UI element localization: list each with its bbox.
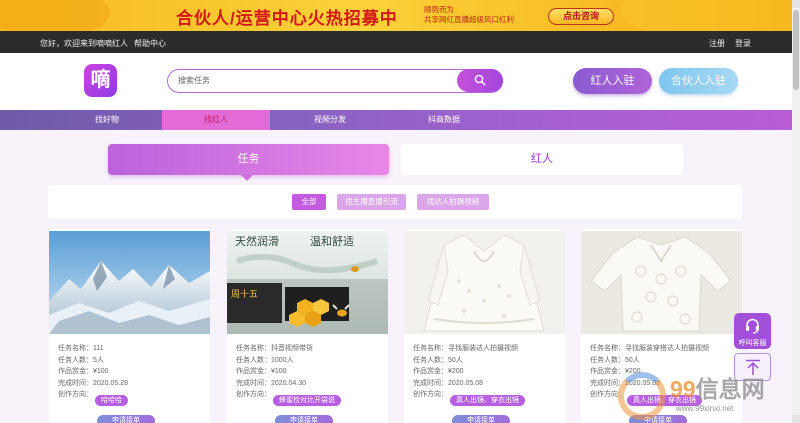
task-card[interactable]: 任务名称：寻找服装达人拍摄视频 任务人数：50人 作品赏金：¥200 完成时间：… xyxy=(404,229,565,423)
apply-button[interactable]: 申请接单 xyxy=(275,415,333,423)
top-bar: 您好，欢迎来到嘀嘀红人 帮助中心 注册 登录 xyxy=(0,31,800,53)
filter-bar: 全部 找主播直播引流 找达人拍摄视频 xyxy=(48,185,742,219)
watermark-word: 信息网 xyxy=(695,376,765,402)
task-direction-label: 创作方向： xyxy=(58,391,93,399)
site-watermark: 99信息网 www.99xinxi.net xyxy=(614,368,794,423)
headset-icon xyxy=(746,318,759,334)
image-text: 周十五 xyxy=(231,288,258,300)
banner-headline: 合伙人/运营中心火热招募中 xyxy=(176,9,398,28)
task-count: 50人 xyxy=(625,356,640,364)
filter-video-shoot[interactable]: 找达人拍摄视频 xyxy=(417,194,489,210)
task-deadline-label: 完成时间： xyxy=(58,379,93,387)
watermark-logo xyxy=(618,372,666,420)
task-info: 任务名称：111 任务人数：5人 作品赏金：¥100 完成时间：2020.05.… xyxy=(58,343,128,401)
banner-sub-line: 共享网红直播超级风口红利 xyxy=(424,15,514,24)
task-name-label: 任务名称： xyxy=(58,345,93,352)
partner-join-button[interactable]: 合伙人入驻 xyxy=(659,68,738,94)
task-reward: ¥100 xyxy=(93,368,109,376)
task-name: 寻找服装达人拍摄视频 xyxy=(448,345,518,352)
task-image-honey-product[interactable]: 天然润滑 温和舒适 周十五 xyxy=(227,231,388,334)
tab-tasks[interactable]: 任务 xyxy=(108,144,389,175)
task-count-label: 任务人数： xyxy=(58,356,93,364)
active-tab-indicator xyxy=(241,175,253,181)
task-direction-label: 创作方向： xyxy=(236,391,271,399)
task-deadline: 2020.05.28 xyxy=(93,379,129,387)
task-card[interactable]: 天然润滑 温和舒适 周十五 任务名称：抖音视频带货 任务人数：1000人 作品赏… xyxy=(227,229,388,423)
customer-service-label: 呼叫客服 xyxy=(738,340,767,347)
banner-decoration xyxy=(620,0,800,31)
search-bar xyxy=(167,69,503,93)
task-name: 寻找服装穿搭达人拍摄视频 xyxy=(625,345,709,352)
task-direction-label: 创作方向： xyxy=(413,391,448,399)
apply-button[interactable]: 申请接单 xyxy=(97,415,155,423)
search-input[interactable] xyxy=(178,75,448,86)
main-nav: 找好物 找红人 视频分发 抖商数据 xyxy=(0,110,792,130)
task-reward: ¥100 xyxy=(271,368,287,376)
task-name: 111 xyxy=(93,345,104,352)
task-deadline-label: 完成时间： xyxy=(236,379,271,387)
banner-decoration xyxy=(0,0,110,31)
task-deadline-label: 完成时间： xyxy=(413,379,448,387)
task-reward-label: 作品赏金： xyxy=(58,368,93,376)
task-count: 50人 xyxy=(448,356,463,364)
tab-influencers[interactable]: 红人 xyxy=(401,144,683,175)
site-logo[interactable]: 嘀 xyxy=(84,64,117,97)
task-name-label: 任务名称： xyxy=(236,345,271,352)
watermark-digits: 99 xyxy=(670,376,696,402)
watermark-brand: 99信息网 xyxy=(670,370,765,404)
direction-tag: 哈哈哈 xyxy=(95,395,128,406)
customer-service-button[interactable]: 呼叫客服 xyxy=(734,313,771,349)
banner-sub-line: 顺势而为 xyxy=(424,5,454,14)
task-name-label: 任务名称： xyxy=(590,345,625,352)
influencer-join-button[interactable]: 红人入驻 xyxy=(573,68,652,94)
task-name: 抖音视频带货 xyxy=(271,345,313,352)
promo-banner[interactable]: 合伙人/运营中心火热招募中 顺势而为 共享网红直播超级风口红利 点击咨询 xyxy=(0,0,800,31)
task-reward: ¥200 xyxy=(448,368,464,376)
banner-consult-button[interactable]: 点击咨询 xyxy=(548,8,614,25)
nav-item-find-influencer[interactable]: 找红人 xyxy=(162,110,270,130)
welcome-text: 您好，欢迎来到嘀嘀红人 xyxy=(40,39,128,48)
task-name-label: 任务名称： xyxy=(413,345,448,352)
scrollbar-thumb[interactable] xyxy=(793,10,799,90)
banner-subtext: 顺势而为 共享网红直播超级风口红利 xyxy=(424,5,514,25)
watermark-url: www.99xinxi.net xyxy=(676,404,734,413)
task-deadline: 2020.04.30 xyxy=(271,379,307,387)
help-center-link[interactable]: 帮助中心 xyxy=(134,38,166,49)
search-button[interactable] xyxy=(457,69,503,92)
register-link[interactable]: 注册 xyxy=(709,38,725,49)
scroll-down-arrow[interactable] xyxy=(792,415,800,423)
site-header: 嘀 红人入驻 合伙人入驻 xyxy=(0,53,792,110)
task-count-label: 任务人数： xyxy=(236,356,271,364)
task-info: 任务名称：抖音视频带货 任务人数：1000人 作品赏金：¥100 完成时间：20… xyxy=(236,343,313,401)
task-reward-label: 作品赏金： xyxy=(236,368,271,376)
task-count-label: 任务人数： xyxy=(413,356,448,364)
task-count: 5人 xyxy=(93,356,104,364)
task-count-label: 任务人数： xyxy=(590,356,625,364)
nav-item-find-goods[interactable]: 找好物 xyxy=(53,110,161,130)
search-icon xyxy=(474,74,486,86)
task-image-snowy-mountains[interactable] xyxy=(49,231,210,334)
task-reward-label: 作品赏金： xyxy=(413,368,448,376)
filter-livestream[interactable]: 找主播直播引流 xyxy=(337,194,406,210)
task-info: 任务名称：寻找服装达人拍摄视频 任务人数：50人 作品赏金：¥200 完成时间：… xyxy=(413,343,518,401)
task-image-white-lace-blouse[interactable] xyxy=(404,231,565,334)
task-card[interactable]: 任务名称：111 任务人数：5人 作品赏金：¥100 完成时间：2020.05.… xyxy=(49,229,210,423)
nav-item-douyin-data[interactable]: 抖商数据 xyxy=(390,110,498,130)
image-text: 温和舒适 xyxy=(310,234,354,248)
nav-item-video-distribution[interactable]: 视频分发 xyxy=(276,110,384,130)
login-link[interactable]: 登录 xyxy=(735,38,751,49)
apply-button[interactable]: 申请接单 xyxy=(452,415,510,423)
page-scrollbar[interactable] xyxy=(792,0,800,423)
direction-tag: 真人出镜、穿衣出镜 xyxy=(450,395,525,406)
filter-all[interactable]: 全部 xyxy=(292,194,326,210)
task-deadline: 2020.05.08 xyxy=(448,379,484,387)
task-image-white-lace-top[interactable] xyxy=(581,231,742,334)
task-count: 1000人 xyxy=(271,356,294,364)
scroll-up-arrow[interactable] xyxy=(792,0,800,8)
image-text: 天然润滑 xyxy=(235,234,279,248)
direction-tag: 蜂蜜检对比开袋说 xyxy=(273,395,341,406)
